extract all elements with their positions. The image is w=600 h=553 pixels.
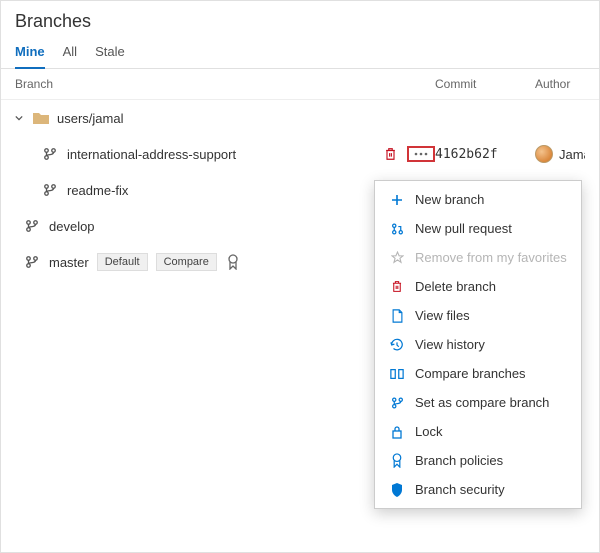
menu-set-compare[interactable]: Set as compare branch [375, 388, 581, 417]
author-name: Jamal [559, 147, 585, 162]
history-icon [389, 338, 405, 352]
page-title: Branches [1, 1, 599, 34]
menu-new-branch[interactable]: New branch [375, 185, 581, 214]
branch-name: international-address-support [67, 147, 385, 162]
column-author: Author [535, 77, 585, 91]
column-commit: Commit [435, 77, 535, 91]
menu-new-pull-request[interactable]: New pull request [375, 214, 581, 243]
tab-mine[interactable]: Mine [15, 38, 45, 69]
star-outline-icon [389, 251, 405, 264]
folder-icon [33, 111, 49, 125]
author-cell[interactable]: Jamal [535, 145, 585, 163]
ribbon-icon [227, 254, 239, 270]
default-badge: Default [97, 253, 148, 271]
branch-name: master [49, 255, 89, 270]
file-icon [389, 309, 405, 323]
tab-all[interactable]: All [63, 38, 77, 68]
tab-stale[interactable]: Stale [95, 38, 125, 68]
menu-lock[interactable]: Lock [375, 417, 581, 446]
delete-icon[interactable] [384, 147, 397, 161]
menu-compare-branches[interactable]: Compare branches [375, 359, 581, 388]
menu-view-files[interactable]: View files [375, 301, 581, 330]
compare-badge: Compare [156, 253, 217, 271]
menu-label: View files [415, 308, 470, 323]
avatar [535, 145, 553, 163]
branch-icon [43, 147, 57, 161]
more-actions-icon[interactable] [407, 146, 435, 162]
menu-label: Branch security [415, 482, 505, 497]
pull-request-icon [389, 222, 405, 236]
branch-icon [43, 183, 57, 197]
menu-label: Compare branches [415, 366, 526, 381]
menu-view-history[interactable]: View history [375, 330, 581, 359]
menu-label: Remove from my favorites [415, 250, 567, 265]
folder-row[interactable]: users/jamal [1, 100, 599, 136]
menu-label: Lock [415, 424, 442, 439]
branch-icon [389, 396, 405, 410]
lock-icon [389, 425, 405, 439]
branch-icon [25, 255, 39, 269]
plus-icon [389, 194, 405, 206]
commit-hash[interactable]: 4162b62f [435, 147, 535, 162]
shield-icon [389, 483, 405, 497]
column-headers: Branch Commit Author [1, 69, 599, 100]
menu-label: Branch policies [415, 453, 503, 468]
chevron-down-icon[interactable] [15, 114, 27, 122]
menu-label: View history [415, 337, 485, 352]
trash-icon [389, 280, 405, 293]
branch-row[interactable]: international-address-support 4162b62f J… [1, 136, 599, 172]
branch-icon [25, 219, 39, 233]
menu-label: Delete branch [415, 279, 496, 294]
ribbon-icon [389, 453, 405, 468]
menu-label: Set as compare branch [415, 395, 549, 410]
branch-name: develop [49, 219, 385, 234]
tab-bar: Mine All Stale [1, 34, 599, 69]
branch-context-menu: New branch New pull request Remove from … [374, 180, 582, 509]
menu-label: New branch [415, 192, 484, 207]
menu-remove-favorite: Remove from my favorites [375, 243, 581, 272]
folder-name: users/jamal [57, 111, 585, 126]
column-branch: Branch [15, 77, 435, 91]
compare-icon [389, 368, 405, 380]
menu-delete-branch[interactable]: Delete branch [375, 272, 581, 301]
menu-label: New pull request [415, 221, 512, 236]
menu-branch-security[interactable]: Branch security [375, 475, 581, 504]
branch-name: readme-fix [67, 183, 385, 198]
menu-branch-policies[interactable]: Branch policies [375, 446, 581, 475]
